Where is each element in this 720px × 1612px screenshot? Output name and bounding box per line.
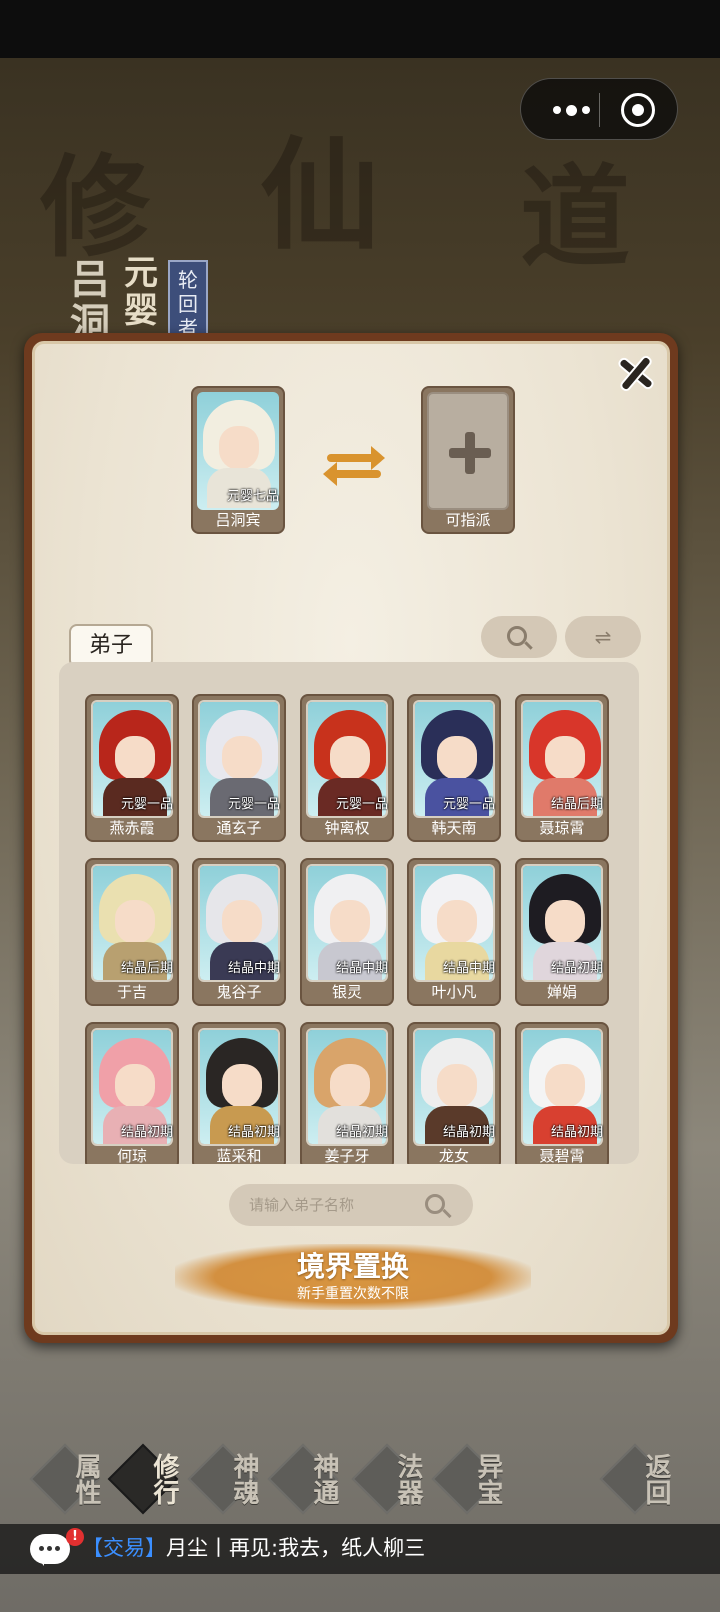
realm-label: 结晶初期 (120, 1125, 173, 1140)
chat-ticker[interactable]: ! 【交易】月尘丨再见:我去，纸人柳三 (0, 1524, 720, 1574)
disciple-grid: 元婴一品 燕赤霞 元婴一品 通玄子 元婴一品 钟离权 元婴一品 韩天南 结晶后期 聂琼霄 结晶后期于… (59, 662, 639, 1164)
disciple-card[interactable]: 结晶后期于吉 (85, 858, 179, 1006)
realm-label: 结晶初期 (227, 1125, 280, 1140)
realm-swap-title: 境界置换 (296, 1250, 409, 1283)
nav-label: 返回 (641, 1453, 671, 1505)
disciple-search-field[interactable] (229, 1184, 473, 1226)
disciple-name: 婵娟 (546, 983, 577, 1001)
disciple-card[interactable]: 结晶中期银灵 (300, 858, 394, 1006)
disciple-name: 通玄子 (216, 819, 262, 837)
assign-target-slot[interactable]: 可指派 (421, 386, 515, 534)
nav-label: 属性 (71, 1453, 101, 1505)
disciple-card[interactable]: 结晶中期鬼谷子 (192, 858, 286, 1006)
realm-label: 结晶后期 (120, 961, 173, 976)
realm-label: 结晶中期 (335, 961, 388, 976)
swap-arrows-icon (323, 444, 385, 488)
more-menu-icon[interactable] (541, 93, 601, 127)
disciple-card[interactable]: 结晶初期龙女 (407, 1022, 501, 1164)
swap-sort-icon: ⇌ (594, 625, 612, 649)
chat-message: 【交易】月尘丨再见:我去，纸人柳三 (82, 1532, 425, 1564)
background-hero-tag: 轮回者 (168, 260, 208, 340)
disciple-name: 龙女 (438, 1147, 469, 1164)
disciple-name: 吕洞宾 (215, 511, 261, 529)
realm-label: 元婴一品 (442, 797, 495, 812)
status-bar (0, 0, 720, 58)
nav-item-back[interactable]: 返回 (599, 1443, 671, 1515)
current-disciple-slot[interactable]: 元婴七品 吕洞宾 (191, 386, 285, 534)
realm-label: 结晶初期 (550, 961, 603, 976)
search-input[interactable] (249, 1190, 419, 1220)
disciple-card[interactable]: 结晶中期叶小凡 (407, 858, 501, 1006)
background-calligraphy: 道 (520, 153, 630, 282)
search-icon[interactable] (425, 1194, 445, 1214)
realm-swap-button[interactable]: 境界置换 新手重置次数不限 (175, 1244, 531, 1310)
filter-button[interactable] (481, 616, 557, 658)
nav-item-treasure[interactable]: 异宝 (431, 1443, 503, 1515)
nav-label: 神通 (309, 1453, 339, 1505)
realm-swap-dialog: 元婴七品 吕洞宾 可指派 弟子 ⇌ 元婴一品 燕赤霞 元婴一品 通玄子 元婴一品 钟离权元… (24, 333, 678, 1343)
disciple-name: 鬼谷子 (216, 983, 262, 1001)
realm-label: 结晶初期 (550, 1125, 603, 1140)
disciple-name: 何琼 (116, 1147, 147, 1164)
disciple-name: 蓝采和 (216, 1147, 262, 1164)
background-hero-realm: 元婴 (124, 253, 158, 331)
chat-bubble-icon[interactable] (30, 1534, 70, 1566)
disciple-card[interactable]: 元婴一品钟离权 (300, 694, 394, 842)
nav-label: 法器 (393, 1453, 423, 1505)
nav-item-power[interactable]: 神通 (267, 1443, 339, 1515)
disciple-name: 聂碧霄 (539, 1147, 585, 1164)
assign-label: 可指派 (445, 511, 491, 529)
capsule-divider (599, 93, 600, 127)
realm-swap-subtitle: 新手重置次数不限 (297, 1286, 409, 1302)
dialog-panel: 元婴七品 吕洞宾 可指派 弟子 ⇌ 元婴一品 燕赤霞 元婴一品 通玄子 元婴一品 钟离权元… (32, 341, 670, 1335)
close-miniprogram-icon[interactable] (621, 93, 655, 127)
disciple-card[interactable]: 结晶初期蓝采和 (192, 1022, 286, 1164)
plus-icon (449, 432, 491, 474)
disciple-card[interactable]: 结晶后期聂琼霄 (515, 694, 609, 842)
realm-label: 元婴七品 (226, 489, 279, 504)
disciple-card[interactable]: 结晶初期姜子牙 (300, 1022, 394, 1164)
realm-label: 结晶中期 (227, 961, 280, 976)
nav-item-attributes[interactable]: 属性 (29, 1443, 101, 1515)
nav-label: 异宝 (473, 1453, 503, 1505)
disciple-name: 钟离权 (324, 819, 370, 837)
nav-item-cultivate[interactable]: 修行 (107, 1443, 179, 1515)
disciple-name: 于吉 (116, 983, 147, 1001)
disciple-name: 叶小凡 (431, 983, 477, 1001)
realm-label: 元婴一品 (120, 797, 173, 812)
disciple-card[interactable]: 结晶初期聂碧霄 (515, 1022, 609, 1164)
disciple-name: 韩天南 (431, 819, 477, 837)
disciple-card[interactable]: 元婴一品通玄子 (192, 694, 286, 842)
search-filter-icon (507, 626, 527, 646)
chat-channel: 【交易】 (82, 1536, 166, 1560)
disciple-name: 聂琼霄 (539, 819, 585, 837)
chat-text: 月尘丨再见:我去，纸人柳三 (166, 1536, 426, 1560)
realm-label: 元婴一品 (335, 797, 388, 812)
disciple-card[interactable]: 元婴一品韩天南 (407, 694, 501, 842)
disciple-card[interactable]: 元婴一品燕赤霞 (85, 694, 179, 842)
background-calligraphy: 仙 (260, 125, 380, 266)
nav-label: 修行 (149, 1453, 179, 1505)
realm-label: 结晶初期 (442, 1125, 495, 1140)
nav-item-artifact[interactable]: 法器 (351, 1443, 423, 1515)
sort-button[interactable]: ⇌ (565, 616, 641, 658)
disciple-card[interactable]: 结晶初期婵娟 (515, 858, 609, 1006)
realm-label: 结晶后期 (550, 797, 603, 812)
disciple-name: 银灵 (331, 983, 362, 1001)
realm-label: 结晶中期 (442, 961, 495, 976)
disciple-card[interactable]: 结晶初期何琼 (85, 1022, 179, 1164)
empty-slot (427, 392, 509, 510)
disciple-name: 燕赤霞 (109, 819, 155, 837)
nav-label: 神魂 (229, 1453, 259, 1505)
miniprogram-capsule (520, 78, 678, 140)
realm-label: 元婴一品 (227, 797, 280, 812)
close-icon[interactable] (613, 350, 659, 396)
disciple-name: 姜子牙 (324, 1147, 370, 1164)
nav-item-soul[interactable]: 神魂 (187, 1443, 259, 1515)
realm-label: 结晶初期 (335, 1125, 388, 1140)
